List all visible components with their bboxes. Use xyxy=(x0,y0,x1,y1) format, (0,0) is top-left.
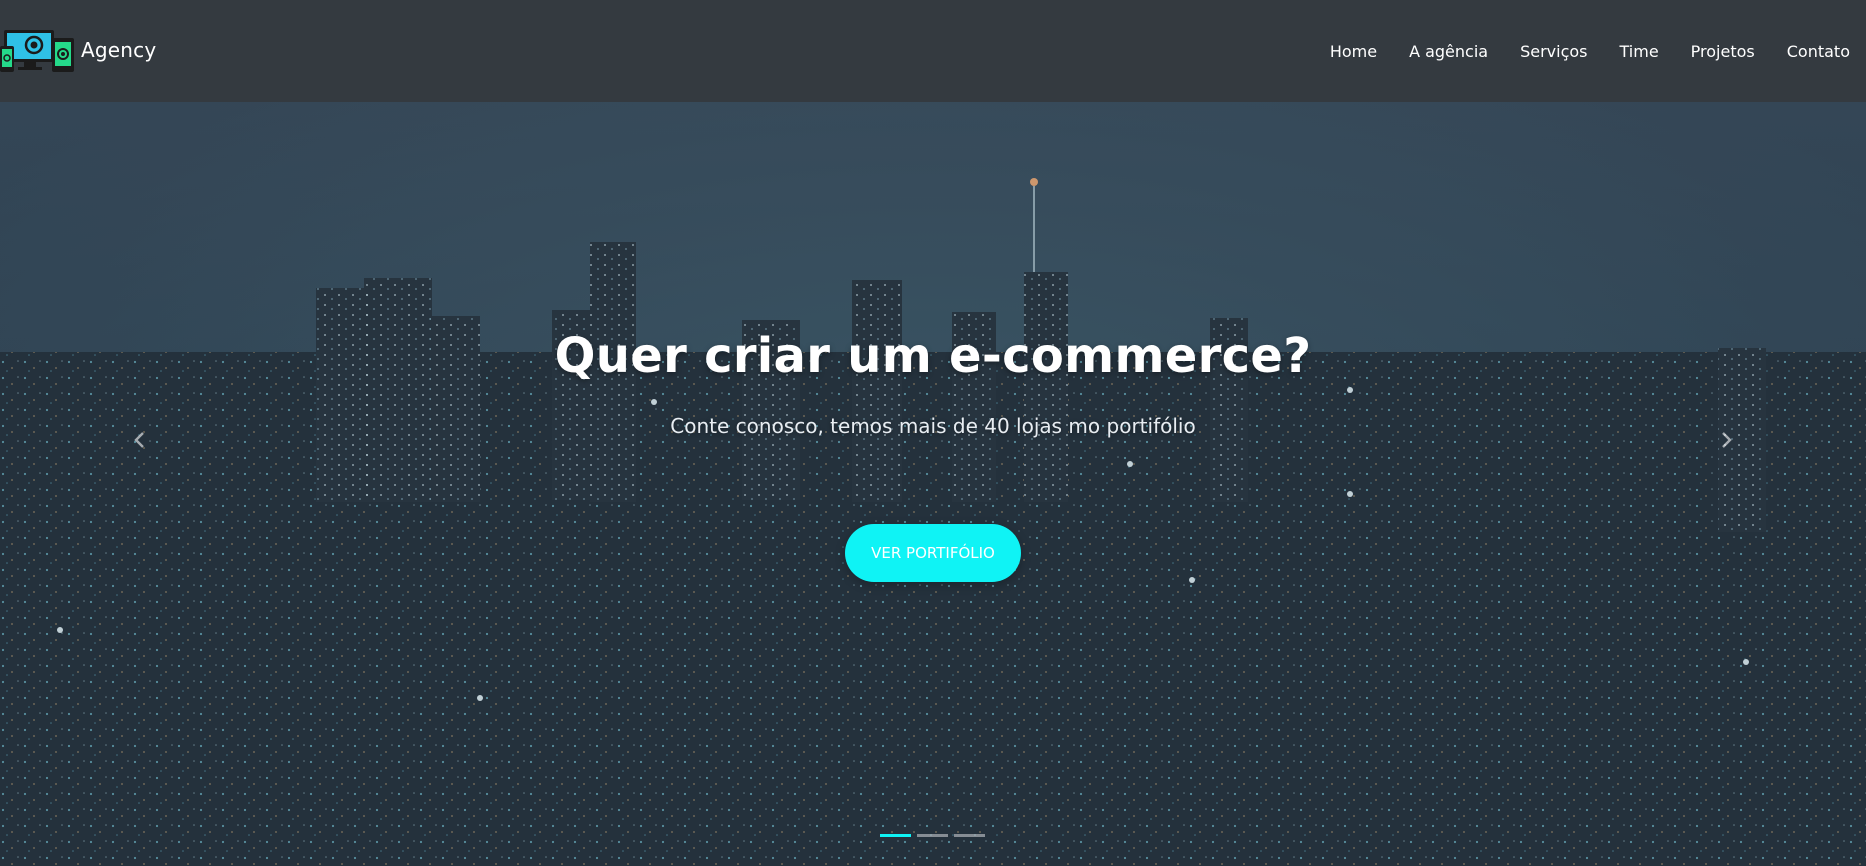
chevron-left-icon xyxy=(134,432,144,448)
carousel-indicator-3[interactable] xyxy=(954,834,985,837)
hero-content: Quer criar um e-commerce? Conte conosco,… xyxy=(0,102,1866,866)
brand-name: Agency xyxy=(81,38,157,62)
chevron-right-icon xyxy=(1722,432,1732,448)
carousel-indicator-2[interactable] xyxy=(917,834,948,837)
hero-subtitle: Conte conosco, temos mais de 40 lojas mo… xyxy=(670,414,1196,438)
brand-link[interactable]: Agency xyxy=(0,0,156,102)
nav-item-servicos[interactable]: Serviços xyxy=(1520,42,1587,61)
nav-item-contato[interactable]: Contato xyxy=(1787,42,1850,61)
navbar: Agency Home A agência Serviços Time Proj… xyxy=(0,0,1866,102)
carousel-next-button[interactable] xyxy=(1706,420,1746,460)
nav-item-home[interactable]: Home xyxy=(1330,42,1377,61)
view-portfolio-button[interactable]: VER PORTIFÓLIO xyxy=(845,524,1021,582)
nav-item-projetos[interactable]: Projetos xyxy=(1691,42,1755,61)
hero-carousel: Quer criar um e-commerce? Conte conosco,… xyxy=(0,102,1866,866)
carousel-prev-button[interactable] xyxy=(120,420,160,460)
hero-title: Quer criar um e-commerce? xyxy=(554,328,1312,384)
carousel-indicator-1[interactable] xyxy=(880,834,911,837)
nav-item-time[interactable]: Time xyxy=(1620,42,1659,61)
devices-logo-icon xyxy=(0,30,74,72)
carousel-indicators xyxy=(880,834,985,837)
main-nav: Home A agência Serviços Time Projetos Co… xyxy=(1298,42,1866,61)
nav-item-agencia[interactable]: A agência xyxy=(1409,42,1488,61)
